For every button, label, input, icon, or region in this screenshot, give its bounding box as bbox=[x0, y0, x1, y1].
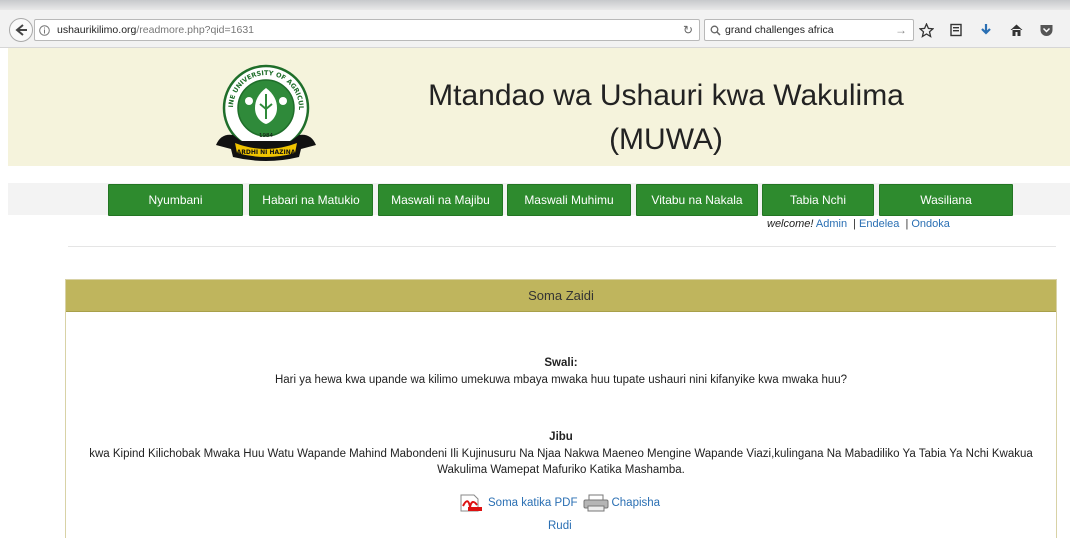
browser-toolbar: ushaurikilimo.org /readmore.php?qid=1631… bbox=[0, 0, 1070, 48]
reload-icon[interactable]: ↻ bbox=[683, 23, 693, 37]
nav-item-maswali-na-majibu[interactable]: Maswali na Majibu bbox=[378, 184, 503, 216]
nav-item-wasiliana[interactable]: Wasiliana bbox=[879, 184, 1013, 216]
info-icon[interactable] bbox=[35, 24, 53, 36]
university-logo[interactable]: SOKOINE UNIVERSITY OF AGRICULTURE ARDHI … bbox=[211, 61, 321, 167]
back-link[interactable]: Rudi bbox=[548, 520, 572, 532]
search-value: grand challenges africa bbox=[725, 24, 834, 36]
site-title-line1: Mtandao wa Ushauri kwa Wakulima bbox=[428, 79, 904, 112]
separator: | bbox=[905, 218, 909, 230]
search-input[interactable]: grand challenges africa → bbox=[704, 19, 914, 41]
endelea-link[interactable]: Endelea bbox=[859, 218, 899, 230]
nav-item-nyumbani[interactable]: Nyumbani bbox=[108, 184, 243, 216]
answer-line-1: kwa Kipind Kilichobak Mwaka Huu Watu Wap… bbox=[89, 448, 1033, 460]
pdf-link[interactable]: Soma katika PDF bbox=[488, 497, 577, 509]
home-icon[interactable] bbox=[1008, 22, 1024, 38]
forward-arrow-icon[interactable]: → bbox=[895, 23, 907, 37]
star-icon[interactable] bbox=[918, 22, 934, 38]
nav-item-maswali-muhimu[interactable]: Maswali Muhimu bbox=[507, 184, 631, 216]
question-text: Hari ya hewa kwa upande wa kilimo umekuw… bbox=[274, 374, 848, 386]
back-icon bbox=[15, 24, 27, 36]
answer-line-2: Wakulima Wamepat Mafuriko Katika Mashamb… bbox=[437, 464, 685, 476]
logo-motto: ARDHI NI HAZINA bbox=[237, 149, 296, 156]
user-bar: welcome! Admin | Endelea | Ondoka bbox=[767, 218, 950, 230]
back-button[interactable] bbox=[9, 18, 33, 42]
nav-item-habari-na-matukio[interactable]: Habari na Matukio bbox=[249, 184, 373, 216]
nav-item-tabia-nchi[interactable]: Tabia Nchi bbox=[762, 184, 874, 216]
welcome-label: welcome! bbox=[767, 218, 814, 230]
panel-title: Soma Zaidi bbox=[66, 280, 1056, 312]
site-title: Mtandao wa Ushauri kwa Wakulima (MUWA) bbox=[416, 74, 916, 162]
logo-year: 1984 bbox=[259, 133, 273, 139]
site-title-line2: (MUWA) bbox=[609, 123, 723, 156]
divider bbox=[68, 246, 1056, 247]
separator: | bbox=[853, 218, 857, 230]
admin-link[interactable]: Admin bbox=[816, 218, 847, 230]
answer-label: Jibu bbox=[549, 431, 573, 443]
download-icon[interactable] bbox=[978, 22, 994, 38]
print-link[interactable]: Chapisha bbox=[611, 497, 660, 509]
ondoka-link[interactable]: Ondoka bbox=[911, 218, 950, 230]
address-bar[interactable]: ushaurikilimo.org /readmore.php?qid=1631… bbox=[34, 19, 700, 41]
url-path: /readmore.php?qid=1631 bbox=[136, 24, 255, 36]
search-icon bbox=[705, 25, 725, 36]
pocket-icon[interactable] bbox=[1038, 22, 1054, 38]
answer-text: kwa Kipind Kilichobak Mwaka Huu Watu Wap… bbox=[68, 446, 1054, 478]
toolbar-icons bbox=[918, 18, 1054, 42]
browser-tab-strip bbox=[0, 0, 1070, 10]
panel-actions: Soma katika PDF Chapisha bbox=[459, 493, 660, 513]
site-header: SOKOINE UNIVERSITY OF AGRICULTURE ARDHI … bbox=[8, 48, 1070, 166]
printer-icon[interactable] bbox=[583, 494, 609, 512]
reading-list-icon[interactable] bbox=[948, 22, 964, 38]
question-label: Swali: bbox=[544, 357, 578, 369]
nav-item-vitabu-na-nakala[interactable]: Vitabu na Nakala bbox=[636, 184, 758, 216]
url-host: ushaurikilimo.org bbox=[57, 24, 137, 36]
pdf-icon[interactable] bbox=[459, 494, 485, 512]
